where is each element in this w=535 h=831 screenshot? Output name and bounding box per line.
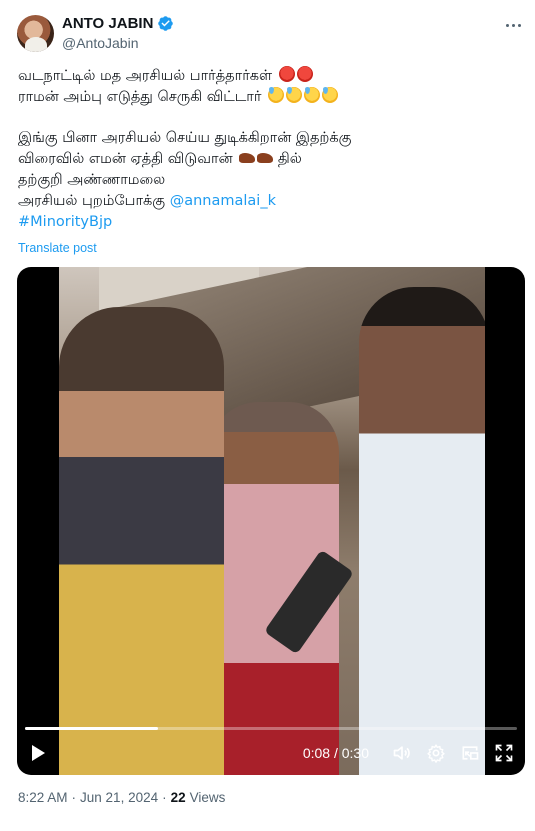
video-duration: 0:30 [341,745,369,761]
grinning-sweat-face-icon [304,87,321,103]
high-heel-shoe-icon [257,153,274,163]
views-label: Views [189,790,226,805]
tweet-line: அரசியல் புறம்போக்கு @annamalai_k [18,191,518,212]
avatar[interactable] [17,15,54,52]
play-icon[interactable] [27,742,49,764]
tweet-line: இங்கு பினா அரசியல் செய்ய துடிக்கிறான் இத… [18,128,518,149]
tweet-text-line-3: இங்கு பினா அரசியல் செய்ய துடிக்கிறான் இத… [18,130,352,146]
grinning-sweat-face-icon [322,87,339,103]
video-progress-fill [25,727,158,730]
views-count: 22 [170,790,186,805]
tweet-line: ராமன் அம்பு எடுத்து செருகி விட்டார் [18,87,518,108]
author-name-row: ANTO JABIN [62,15,174,32]
grinning-sweat-face-icon [268,87,285,103]
tweet-text-line-2: ராமன் அம்பு எடுத்து செருகி விட்டார் [18,89,262,105]
tweet-line: வடநாட்டில் மத அரசியல் பார்த்தார்கள் [18,66,518,87]
author-display-name[interactable]: ANTO JABIN [62,15,153,32]
video-frame[interactable] [59,267,485,775]
tweet-date[interactable]: Jun 21, 2024 [80,790,158,805]
video-progress-bar[interactable] [25,727,517,730]
tweet-text-line-4: விரைவில் எமன் ஏத்தி விடுவான் [18,151,233,167]
high-heel-shoe-icon [239,153,256,163]
meta-separator: · [71,790,77,805]
meta-separator: · [162,790,167,805]
video-controls: 0:08 / 0:30 [17,731,525,775]
tweet-meta: 8:22 AM · Jun 21, 2024 · 22 Views [18,790,225,805]
hashtag-link[interactable]: #MinorityBjp [18,214,112,230]
tweet-text-line-7: அரசியல் புறம்போக்கு [18,193,166,209]
translate-post-link[interactable]: Translate post [18,241,97,255]
angry-face-icon [296,66,313,82]
tweet-text-line-1: வடநாட்டில் மத அரசியல் பார்த்தார்கள் [18,68,273,84]
more-options-icon[interactable] [503,15,523,35]
tweet-time[interactable]: 8:22 AM [18,790,68,805]
video-player[interactable]: 0:08 / 0:30 [17,267,525,775]
author-handle[interactable]: @AntoJabin [62,35,138,51]
fullscreen-icon[interactable] [493,742,515,764]
video-time: 0:08 / 0:30 [302,745,369,761]
verified-badge-icon [158,16,174,31]
tweet-text-line-6: தற்குறி அண்ணாமலை [18,172,166,188]
tweet-line: தற்குறி அண்ணாமலை [18,170,518,191]
grinning-sweat-face-icon [286,87,303,103]
volume-icon[interactable] [391,742,413,764]
tweet-line: #MinorityBjp [18,212,518,233]
tweet-text-line-5: தில் [277,151,302,167]
tweet-line: விரைவில் எமன் ஏத்தி விடுவான் தில் [18,149,518,170]
picture-in-picture-icon[interactable] [459,742,481,764]
mention-link[interactable]: @annamalai_k [170,193,276,209]
video-current-time: 0:08 [302,745,331,761]
tweet-text: வடநாட்டில் மத அரசியல் பார்த்தார்கள் ராமன… [18,66,518,233]
angry-face-icon [278,66,295,82]
settings-gear-icon[interactable] [425,742,447,764]
